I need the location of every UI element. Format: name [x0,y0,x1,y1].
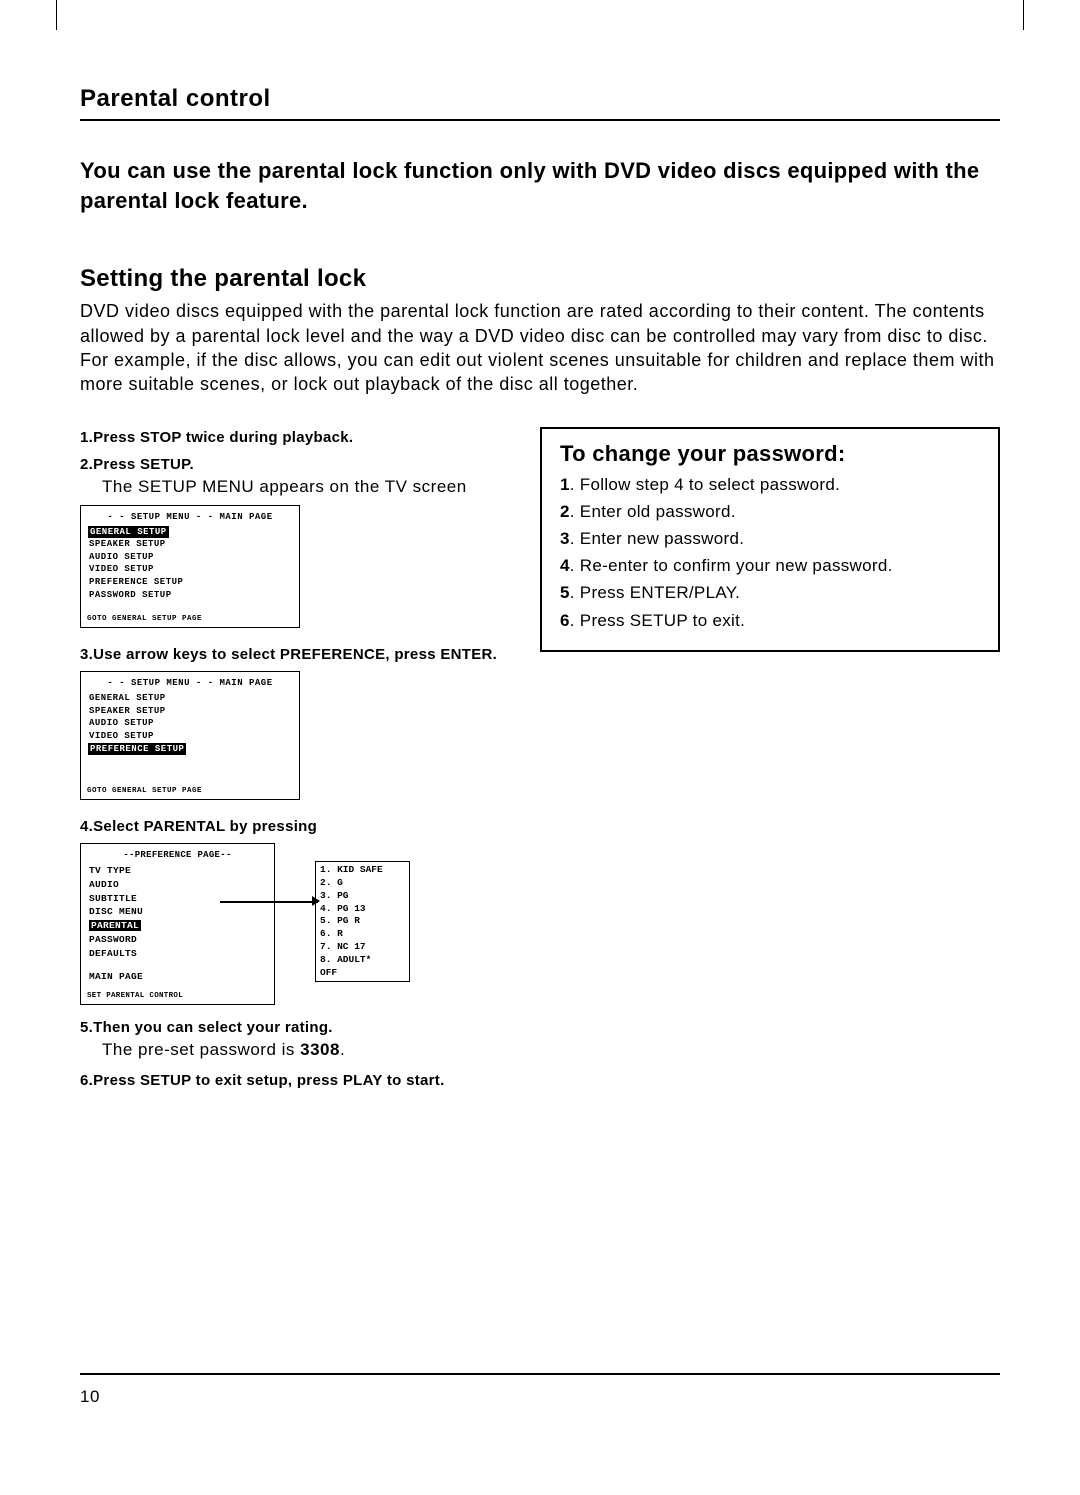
pw-step-1: 1. Follow step 4 to select password. [560,471,980,498]
step-6: 6.Press SETUP to exit setup, press PLAY … [80,1072,500,1089]
page-number: 10 [80,1387,1000,1407]
intro-text: You can use the parental lock function o… [80,156,1000,215]
preference-menu: --PREFERENCE PAGE-- TV TYPE AUDIO SUBTIT… [80,843,275,1005]
step-5: 5.Then you can select your rating. [80,1019,500,1036]
change-password-title: To change your password: [560,441,980,467]
step-5-detail: The pre-set password is 3308. [102,1040,500,1060]
divider [80,119,1000,121]
pw-step-4: 4. Re-enter to confirm your new password… [560,552,980,579]
crop-mark [994,0,1024,30]
crop-mark [56,0,86,30]
arrow-line [220,901,318,903]
pw-step-3: 3. Enter new password. [560,525,980,552]
setup-menu-1: - - SETUP MENU - - MAIN PAGE GENERAL SET… [80,505,300,629]
pw-step-5: 5. Press ENTER/PLAY. [560,579,980,606]
step-4: 4.Select PARENTAL by pressing [80,818,500,835]
step-2: 2.Press SETUP. [80,456,500,473]
setup-menu-2: - - SETUP MENU - - MAIN PAGE GENERAL SET… [80,671,300,800]
step-1: 1.Press STOP twice during playback. [80,429,500,446]
body-paragraph: DVD video discs equipped with the parent… [80,299,1000,396]
step-3: 3.Use arrow keys to select PREFERENCE, p… [80,646,500,663]
rating-list: 1. KID SAFE 2. G 3. PG 4. PG 13 5. PG R … [315,861,410,982]
change-password-box: To change your password: 1. Follow step … [540,427,1000,652]
step-2-detail: The SETUP MENU appears on the TV screen [102,477,500,497]
footer-divider [80,1373,1000,1375]
section-title: Parental control [80,85,1000,113]
subheading: Setting the parental lock [80,265,1000,293]
pw-step-2: 2. Enter old password. [560,498,980,525]
pw-step-6: 6. Press SETUP to exit. [560,607,980,634]
